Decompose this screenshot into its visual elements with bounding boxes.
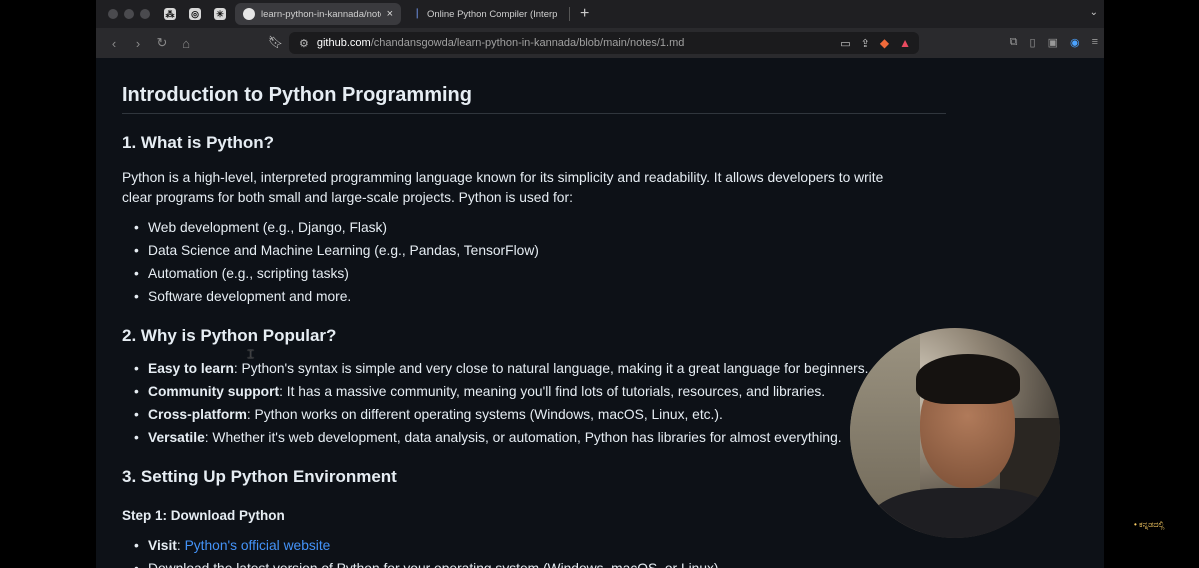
watermark: • ಕನ್ನಡದಲ್ಲಿ bbox=[1134, 520, 1165, 529]
tab-python-compiler[interactable]: ❘ Online Python Compiler (Interpreter) bbox=[405, 3, 565, 25]
address-bar[interactable]: ⚙ github.com/chandansgowda/learn-python-… bbox=[289, 32, 919, 54]
tab-list-chevron-icon[interactable]: ⌄ bbox=[1090, 7, 1098, 18]
list-item: Community support: It has a massive comm… bbox=[122, 382, 868, 405]
list-item: Easy to learn: Python's syntax is simple… bbox=[122, 359, 868, 382]
menu-icon[interactable]: ≡ bbox=[1092, 36, 1098, 49]
github-icon bbox=[243, 8, 255, 20]
url-path: /chandansgowda/learn-python-in-kannada/b… bbox=[370, 37, 685, 49]
term: Community support bbox=[148, 384, 280, 399]
bookmark-icon[interactable]: 🔖︎ bbox=[268, 35, 283, 49]
term: Cross-platform bbox=[148, 407, 247, 422]
chatgpt-icon[interactable]: ◎ bbox=[185, 4, 205, 24]
window-controls bbox=[108, 9, 150, 19]
brave-shields-icon[interactable]: ◆ bbox=[880, 36, 889, 50]
mouse-cursor-icon: ⌶ bbox=[247, 347, 255, 361]
step-heading: Step 1: Download Python bbox=[122, 508, 285, 523]
tab-title: Online Python Compiler (Interpreter) bbox=[427, 8, 557, 20]
close-window-button[interactable] bbox=[108, 9, 118, 19]
cast-icon[interactable]: ▭ bbox=[840, 37, 850, 50]
new-tab-button[interactable]: + bbox=[580, 5, 589, 23]
forward-icon[interactable]: › bbox=[126, 36, 150, 51]
list-item: Download the latest version of Python fo… bbox=[122, 559, 722, 568]
brave-rewards-icon[interactable]: ▲ bbox=[899, 36, 911, 50]
list-item: Cross-platform: Python works on differen… bbox=[122, 405, 868, 428]
title-divider bbox=[122, 113, 946, 114]
step1-list: Visit: Python's official website Downloa… bbox=[122, 536, 722, 568]
webcam-overlay bbox=[850, 328, 1060, 538]
list-item: Visit: Python's official website bbox=[122, 536, 722, 559]
claude-icon[interactable]: ✳ bbox=[210, 4, 230, 24]
close-tab-icon[interactable]: × bbox=[387, 8, 393, 20]
description: : Whether it's web development, data ana… bbox=[204, 430, 842, 445]
description: : It has a massive community, meaning yo… bbox=[279, 384, 826, 399]
python-website-link[interactable]: Python's official website bbox=[185, 538, 331, 553]
list-item: Automation (e.g., scripting tasks) bbox=[122, 264, 539, 287]
maximize-window-button[interactable] bbox=[140, 9, 150, 19]
extensions-icon[interactable]: ⧉ bbox=[1010, 36, 1018, 49]
intro-paragraph: Python is a high-level, interpreted prog… bbox=[122, 170, 884, 205]
term: Visit bbox=[148, 538, 177, 553]
minimize-window-button[interactable] bbox=[124, 9, 134, 19]
programiz-icon: ❘ bbox=[413, 8, 422, 19]
url-host: github.com bbox=[316, 37, 371, 49]
page-title: Introduction to Python Programming bbox=[122, 84, 472, 106]
toolbar: ‹ › ↻ ⌂ 🔖︎ ⚙ github.com/chandansgowda/le… bbox=[96, 28, 1104, 58]
list-item: Web development (e.g., Django, Flask) bbox=[122, 218, 539, 241]
wallet-icon[interactable]: ▣ bbox=[1048, 36, 1058, 49]
list-item: Versatile: Whether it's web development,… bbox=[122, 428, 868, 451]
term: Easy to learn bbox=[148, 361, 234, 376]
tab-title: learn-python-in-kannada/notes bbox=[261, 8, 381, 20]
tab-bar: ⁂ ◎ ✳ learn-python-in-kannada/notes × ❘ … bbox=[96, 0, 1104, 28]
tab-github-notes[interactable]: learn-python-in-kannada/notes × bbox=[235, 3, 401, 25]
sidebar-icon[interactable]: ▯ bbox=[1030, 36, 1036, 49]
tab-separator bbox=[569, 7, 570, 21]
list-item: Data Science and Machine Learning (e.g.,… bbox=[122, 241, 539, 264]
separator: : bbox=[176, 538, 185, 553]
share-icon[interactable]: ⇪ bbox=[861, 37, 870, 50]
site-settings-icon[interactable]: ⚙ bbox=[299, 37, 309, 50]
uses-list: Web development (e.g., Django, Flask) Da… bbox=[122, 218, 539, 310]
vpn-globe-icon[interactable]: ◉ bbox=[1070, 36, 1080, 49]
term: Versatile bbox=[148, 430, 205, 445]
description: : Python's syntax is simple and very clo… bbox=[233, 361, 869, 376]
section-heading-why-popular: 2. Why is Python Popular? bbox=[122, 326, 337, 345]
perplexity-icon[interactable]: ⁂ bbox=[160, 4, 180, 24]
list-item: Software development and more. bbox=[122, 287, 539, 310]
home-icon[interactable]: ⌂ bbox=[174, 36, 198, 51]
description: : Python works on different operating sy… bbox=[246, 407, 723, 422]
section-heading-setup: 3. Setting Up Python Environment bbox=[122, 467, 397, 486]
webcam-hair bbox=[916, 354, 1020, 404]
section-heading-what-is-python: 1. What is Python? bbox=[122, 133, 275, 152]
back-icon[interactable]: ‹ bbox=[102, 36, 126, 51]
toolbar-right: ⧉ ▯ ▣ ◉ ≡ bbox=[1010, 36, 1098, 49]
address-bar-actions: ▭ ⇪ ◆ ▲ bbox=[840, 36, 911, 50]
reload-icon[interactable]: ↻ bbox=[150, 35, 174, 51]
popularity-list: Easy to learn: Python's syntax is simple… bbox=[122, 359, 868, 451]
webcam-shirt bbox=[870, 488, 1060, 538]
